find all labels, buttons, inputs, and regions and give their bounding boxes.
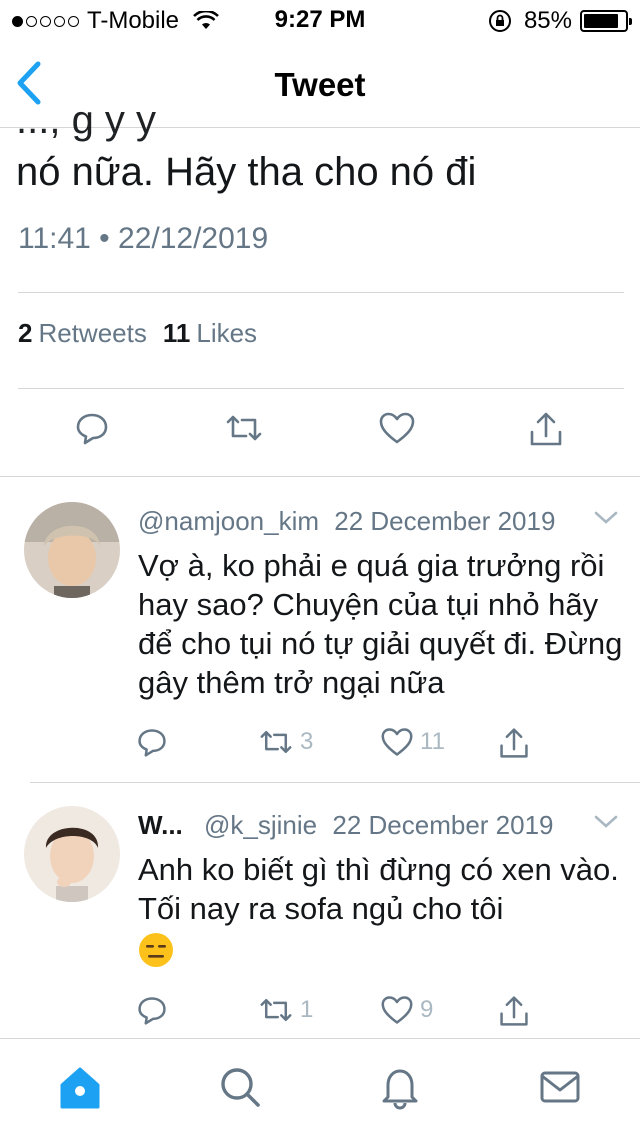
reply-action-bar: 1 9: [0, 994, 640, 1034]
like-button[interactable]: 11: [380, 726, 445, 758]
reply-handle[interactable]: @namjoon_kim: [138, 506, 319, 536]
share-icon: [500, 996, 528, 1026]
divider: [18, 388, 624, 389]
tab-home[interactable]: [56, 1063, 104, 1113]
reply-tweet[interactable]: W... @k_sjinie 22 December 2019 Anh ko b…: [0, 806, 640, 1036]
reply-handle[interactable]: @k_sjinie: [204, 810, 317, 840]
section-separator: [0, 476, 640, 477]
tweet-action-bar: [0, 410, 640, 460]
reply-header: W... @k_sjinie 22 December 2019: [138, 810, 624, 850]
reply-header: @namjoon_kim 22 December 2019: [138, 506, 624, 546]
like-button[interactable]: 9: [380, 994, 433, 1026]
status-bar: T-Mobile 9:27 PM 85%: [0, 0, 640, 40]
notifications-icon: [382, 1069, 418, 1110]
likes-label: Likes: [196, 318, 258, 348]
share-button[interactable]: [528, 410, 568, 454]
retweet-icon: [226, 415, 262, 441]
likes-count: 11: [162, 318, 191, 348]
reply-button[interactable]: [74, 410, 114, 454]
tab-bar: [0, 1038, 640, 1136]
reply-icon: [138, 997, 166, 1025]
home-icon: [60, 1067, 100, 1109]
like-count: 9: [420, 996, 434, 1023]
tweet-timestamp: 11:41 • 22/12/2019: [18, 222, 269, 255]
retweet-button[interactable]: [224, 410, 264, 454]
status-bar-right: 85%: [488, 7, 632, 35]
share-icon: [500, 728, 528, 758]
reply-text: Anh ko biết gì thì đừng có xen vào. Tối …: [138, 852, 619, 926]
reply-text: Vợ à, ko phải e quá gia trưởng rồi hay s…: [138, 548, 623, 700]
share-button[interactable]: [498, 994, 530, 1028]
like-icon: [381, 996, 413, 1024]
divider: [30, 782, 640, 783]
tab-messages[interactable]: [536, 1063, 584, 1113]
tab-notifications[interactable]: [376, 1063, 424, 1113]
reply-button[interactable]: [136, 994, 168, 1026]
reply-date: 22 December 2019: [332, 810, 554, 840]
battery-percent: 85%: [523, 7, 572, 34]
likes-stat[interactable]: 11 Likes: [163, 318, 257, 349]
reply-icon: [138, 729, 166, 757]
retweets-count: 2: [18, 318, 33, 348]
reply-icon: [76, 413, 108, 445]
avatar[interactable]: [24, 806, 120, 902]
reply-action-bar: 3 11: [0, 726, 640, 766]
retweet-button[interactable]: 3: [258, 726, 313, 758]
reply-tweet[interactable]: @namjoon_kim 22 December 2019 Vợ à, ko p…: [0, 502, 640, 776]
rotation-lock-icon: [488, 10, 511, 32]
search-icon: [221, 1068, 260, 1107]
reply-display-name[interactable]: W...: [138, 810, 183, 840]
expressionless-face-emoji: [139, 932, 173, 967]
reply-button[interactable]: [136, 726, 168, 758]
reply-text-block: Anh ko biết gì thì đừng có xen vào. Tối …: [138, 850, 628, 968]
share-button[interactable]: [498, 726, 530, 760]
like-button[interactable]: [378, 410, 418, 454]
like-icon: [381, 728, 413, 756]
chevron-down-icon[interactable]: [594, 814, 618, 830]
chevron-down-icon[interactable]: [594, 510, 618, 526]
divider: [18, 292, 624, 293]
tweet-text: ..., g y y nó nữa. Hãy tha cho nó đi: [16, 108, 626, 196]
retweet-icon: [260, 998, 292, 1022]
messages-icon: [540, 1071, 580, 1103]
retweets-label: Retweets: [38, 318, 147, 348]
retweets-stat[interactable]: 2 Retweets: [18, 318, 147, 349]
avatar[interactable]: [24, 502, 120, 598]
tweet-text-visible-line: nó nữa. Hãy tha cho nó đi: [16, 150, 477, 194]
retweet-button[interactable]: 1: [258, 994, 313, 1026]
tab-search[interactable]: [216, 1063, 264, 1113]
retweet-icon: [260, 730, 292, 754]
retweet-count: 3: [300, 728, 314, 755]
page-title: Tweet: [274, 66, 366, 103]
battery-icon: [580, 10, 632, 32]
retweet-count: 1: [300, 996, 314, 1023]
reply-date: 22 December 2019: [334, 506, 556, 536]
like-count: 11: [420, 728, 445, 755]
like-icon: [379, 412, 415, 444]
tweet-stats: 2 Retweets 11 Likes: [18, 318, 257, 349]
share-icon: [530, 412, 562, 446]
